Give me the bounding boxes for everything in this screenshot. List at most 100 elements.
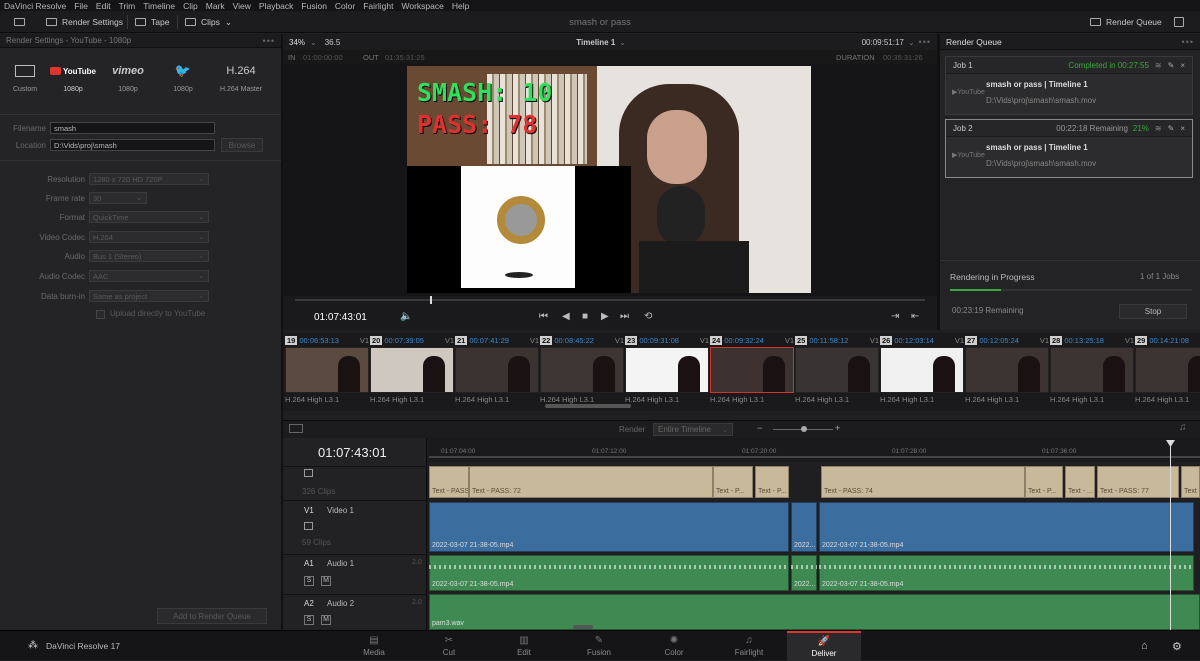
stop-render-button[interactable]: Stop xyxy=(1119,304,1187,319)
edit-icon[interactable]: ✎ xyxy=(1168,61,1175,70)
clip-thumbnail[interactable]: 23 00:09:31:08 V1 H.264 High L3.1 xyxy=(625,333,709,409)
menu-edit[interactable]: Edit xyxy=(96,1,111,11)
render-queue-button[interactable]: Render Queue xyxy=(1090,11,1162,33)
menu-file[interactable]: File xyxy=(74,1,88,11)
scrubber-playhead[interactable] xyxy=(430,296,432,304)
chevron-down-icon[interactable]: ⌄ xyxy=(310,38,317,47)
preset-custom[interactable]: Custom xyxy=(2,64,48,93)
menu-help[interactable]: Help xyxy=(452,1,469,11)
menu-mark[interactable]: Mark xyxy=(206,1,225,11)
mute-button[interactable]: M xyxy=(321,576,331,586)
clips-button[interactable]: Clips ⌄ xyxy=(185,11,232,33)
menu-fairlight[interactable]: Fairlight xyxy=(363,1,393,11)
menu-view[interactable]: View xyxy=(233,1,251,11)
settings-icon[interactable]: ⚙ xyxy=(1172,640,1182,653)
playhead[interactable] xyxy=(1170,442,1171,630)
preset-twitter[interactable]: 🐦 1080p xyxy=(160,63,206,93)
zoom-out-icon[interactable]: − xyxy=(757,423,762,433)
menu-color[interactable]: Color xyxy=(335,1,355,11)
text-clip[interactable]: Text - PASS: 72 xyxy=(469,466,713,498)
chevron-down-icon[interactable]: ⌄ xyxy=(908,38,915,47)
mute-button[interactable]: M xyxy=(321,615,331,625)
loop-icon[interactable]: ⟲ xyxy=(644,311,652,322)
skip-forward-icon[interactable]: ⏭ xyxy=(620,311,629,322)
page-edit[interactable]: ▥ Edit xyxy=(487,631,561,661)
text-clip[interactable]: Text - ... xyxy=(1065,466,1095,498)
audio-icon[interactable]: ♫ xyxy=(1179,422,1187,433)
video-clip[interactable]: 2022... xyxy=(791,502,817,552)
monitor-icon-button[interactable] xyxy=(14,11,25,33)
clip-thumbnail[interactable]: 28 00:13:25:18 V1 H.264 High L3.1 xyxy=(1050,333,1134,409)
add-to-render-queue-button[interactable]: Add to Render Queue xyxy=(157,608,267,624)
browse-button[interactable]: Browse xyxy=(221,138,263,152)
text-clip[interactable]: Text - P... xyxy=(1025,466,1063,498)
menu-trim[interactable]: Trim xyxy=(119,1,136,11)
video-clip[interactable]: 2022-03-07 21-38-05.mp4 xyxy=(819,502,1194,552)
page-media[interactable]: ▤ Media xyxy=(337,631,411,661)
menu-fusion[interactable]: Fusion xyxy=(301,1,327,11)
field-select[interactable]: H.264 ⌄ xyxy=(89,231,209,243)
timeline-ruler[interactable]: 01:07:04:00 01:07:12:00 01:07:20:00 01:0… xyxy=(429,438,1200,460)
audio-clip[interactable]: 2022-03-07 21-38-05.mp4 xyxy=(819,555,1194,591)
menu-timeline[interactable]: Timeline xyxy=(143,1,175,11)
text-clip[interactable]: Text - P... xyxy=(713,466,753,498)
chevron-down-icon[interactable]: ⌄ xyxy=(619,38,626,47)
clip-thumbnail[interactable]: 19 00:06:53:13 V1 H.264 High L3.1 xyxy=(285,333,369,409)
field-select[interactable]: QuickTime ⌄ xyxy=(89,211,209,223)
field-select[interactable]: 1280 x 720 HD 720P ⌄ xyxy=(89,173,209,185)
more-options-icon[interactable]: ••• xyxy=(919,37,931,47)
volume-icon[interactable]: 🔈 xyxy=(400,311,412,322)
stop-icon[interactable]: ■ xyxy=(582,311,588,322)
menu-playback[interactable]: Playback xyxy=(259,1,294,11)
job-2[interactable]: Job 2 00:22:18 Remaining 21% ≋ ✎ × ▶YouT… xyxy=(945,119,1193,178)
preset-h264[interactable]: H.264 H.264 Master xyxy=(215,64,267,93)
text-clip[interactable]: Text - PASS: 77 xyxy=(1097,466,1179,498)
text-clip[interactable]: Text - PASS: 71 xyxy=(429,466,469,498)
page-cut[interactable]: ✂ Cut xyxy=(412,631,486,661)
audio-clip[interactable]: pam3.wav xyxy=(429,594,1200,630)
play-icon[interactable]: ▶ xyxy=(601,311,609,322)
field-select[interactable]: 30 ⌄ xyxy=(89,192,147,204)
page-fairlight[interactable]: ♫ Fairlight xyxy=(712,631,786,661)
render-scope-select[interactable]: Entire Timeline ⌄ xyxy=(653,423,733,436)
previous-marker-icon[interactable]: ⇥ xyxy=(891,311,899,322)
location-input[interactable]: D:\Vids\proj\smash xyxy=(50,139,215,151)
timeline-name[interactable]: Timeline 1 xyxy=(576,38,615,47)
skip-back-icon[interactable]: ⏮ xyxy=(539,311,548,322)
text-clip[interactable]: Text - P... xyxy=(755,466,789,498)
play-reverse-icon[interactable]: ◀ xyxy=(562,311,570,322)
timeline-view-icon[interactable] xyxy=(289,424,303,433)
home-icon[interactable]: ⌂ xyxy=(1141,640,1148,652)
render-settings-button[interactable]: Render Settings xyxy=(46,11,123,33)
clip-thumbnail[interactable]: 27 00:12:05:24 V1 H.264 High L3.1 xyxy=(965,333,1049,409)
page-fusion[interactable]: ✎ Fusion xyxy=(562,631,636,661)
audio-clip[interactable]: 2022... xyxy=(791,555,817,591)
edit-icon[interactable]: ✎ xyxy=(1168,124,1175,133)
panel-toggle-button[interactable] xyxy=(1174,11,1184,33)
more-options-icon[interactable]: ••• xyxy=(1182,37,1194,47)
close-icon[interactable]: × xyxy=(1180,61,1185,70)
menu-app[interactable]: DaVinci Resolve xyxy=(4,1,66,11)
text-clip[interactable]: Text - xyxy=(1181,466,1200,498)
zoom-level[interactable]: 34% xyxy=(289,38,305,47)
upload-checkbox[interactable] xyxy=(96,310,105,319)
menu-workspace[interactable]: Workspace xyxy=(401,1,443,11)
page-deliver[interactable]: 🚀 Deliver xyxy=(787,631,861,661)
menu-clip[interactable]: Clip xyxy=(183,1,198,11)
zoom-slider-handle[interactable] xyxy=(801,426,807,432)
preset-vimeo[interactable]: vimeo 1080p xyxy=(105,64,151,93)
field-select[interactable]: Bus 1 (Stereo) ⌄ xyxy=(89,250,209,262)
clip-thumbnail[interactable]: 2900:14:21:08V1H.264 High L3.1 xyxy=(1135,333,1200,409)
clip-thumbnail[interactable]: 22 00:08:45:22 V1 H.264 High L3.1 xyxy=(540,333,624,409)
video-clip[interactable]: 2022-03-07 21-38-05.mp4 xyxy=(429,502,789,552)
tape-button[interactable]: Tape xyxy=(135,11,169,33)
job-1[interactable]: Job 1 Completed in 00:27:55 ≋ ✎ × ▶YouTu… xyxy=(945,56,1193,115)
preset-youtube[interactable]: YouTube 1080p xyxy=(50,64,96,93)
scrubber-track[interactable] xyxy=(295,299,925,301)
clip-thumbnail[interactable]: 25 00:11:58:12 V1 H.264 High L3.1 xyxy=(795,333,879,409)
clip-thumbnail[interactable]: 24 00:09:32:24 V1 H.264 High L3.1 xyxy=(710,333,794,409)
solo-button[interactable]: S xyxy=(304,615,314,625)
strip-scrollbar[interactable] xyxy=(545,404,631,408)
zoom-in-icon[interactable]: + xyxy=(835,423,840,433)
clip-thumbnail[interactable]: 21 00:07:41:29 V1 H.264 High L3.1 xyxy=(455,333,539,409)
